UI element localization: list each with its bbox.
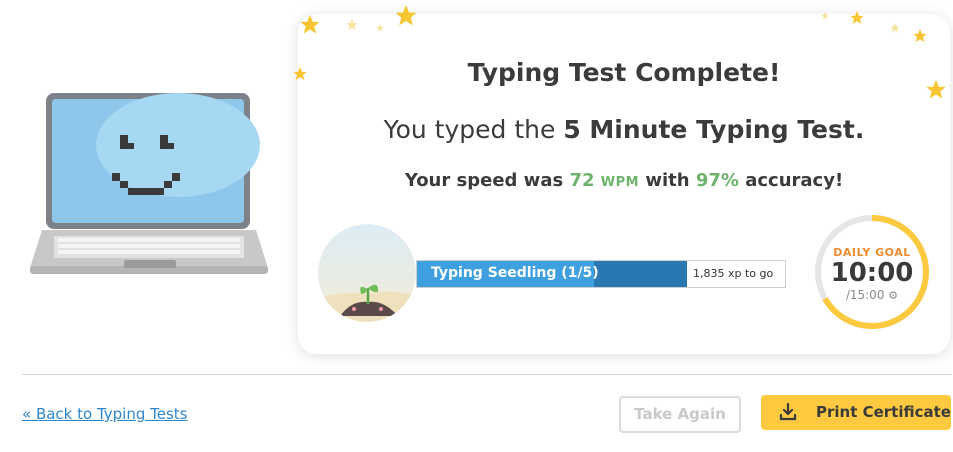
daily-goal-time: 10:00 bbox=[830, 258, 914, 288]
download-icon bbox=[779, 403, 797, 421]
daily-goal-total: /15:00 ⚙ bbox=[812, 288, 932, 302]
speed-suffix: accuracy! bbox=[738, 170, 844, 191]
xp-to-go: 1,835 xp to go bbox=[693, 267, 774, 280]
speed-mid: with bbox=[639, 170, 696, 191]
level-progress-session bbox=[594, 261, 687, 287]
laptop-mascot-icon bbox=[30, 93, 268, 274]
seedling-icon bbox=[318, 224, 416, 322]
subtitle-prefix: You typed the bbox=[383, 115, 564, 144]
footer-divider bbox=[22, 374, 952, 375]
result-subtitle: You typed the 5 Minute Typing Test. bbox=[298, 115, 950, 144]
print-certificate-label: Print Certificate bbox=[816, 403, 951, 421]
daily-goal-widget[interactable]: DAILY GOAL 10:00 /15:00 ⚙ bbox=[812, 212, 932, 332]
print-certificate-button[interactable]: Print Certificate bbox=[761, 395, 951, 430]
level-progress-bar: Typing Seedling (1/5) 1,835 xp to go bbox=[416, 260, 786, 288]
accuracy-value: 97% bbox=[695, 170, 739, 191]
speed-summary: Your speed was 72 WPM with 97% accuracy! bbox=[298, 170, 950, 191]
daily-goal-total-value: /15:00 bbox=[845, 288, 885, 302]
take-again-button[interactable]: Take Again bbox=[619, 396, 741, 433]
level-name: Typing Seedling (1/5) bbox=[431, 265, 599, 281]
wpm-value: 72 bbox=[569, 170, 595, 191]
back-to-typing-tests-link[interactable]: « Back to Typing Tests bbox=[22, 405, 188, 423]
speed-prefix: Your speed was bbox=[404, 170, 570, 191]
gear-icon[interactable]: ⚙ bbox=[888, 289, 898, 302]
wpm-unit: WPM bbox=[600, 175, 640, 190]
result-title: Typing Test Complete! bbox=[467, 58, 781, 87]
test-name: 5 Minute Typing Test. bbox=[563, 115, 865, 144]
